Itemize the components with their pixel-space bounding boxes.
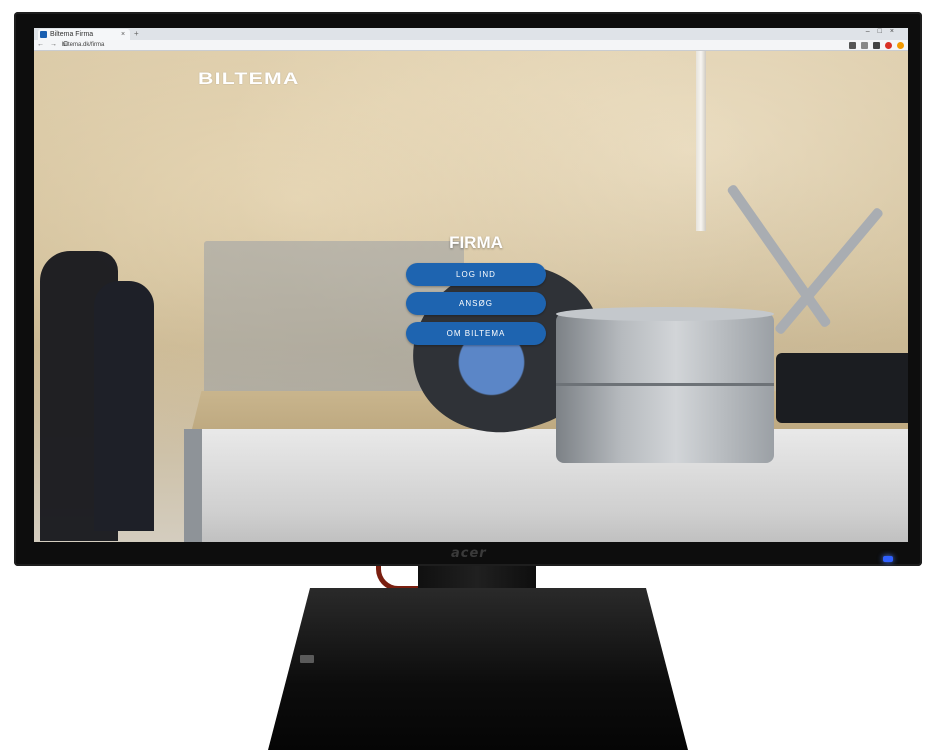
extension-icon[interactable] bbox=[861, 41, 868, 49]
monitor-screen: Biltema Firma × + –□× ← → C biltema.dk/f… bbox=[34, 28, 908, 542]
browser-tab-bar: Biltema Firma × + –□× bbox=[34, 28, 908, 40]
wall-pipe bbox=[696, 51, 706, 231]
close-tab-icon[interactable]: × bbox=[121, 29, 125, 40]
window-controls[interactable]: –□× bbox=[866, 28, 902, 35]
address-bar[interactable]: biltema.dk/firma bbox=[62, 41, 812, 49]
hanging-coat bbox=[94, 281, 154, 531]
tape-roll-rim bbox=[556, 307, 774, 321]
new-tab-icon[interactable]: + bbox=[134, 29, 139, 38]
stand-label bbox=[300, 655, 314, 663]
browser-tab[interactable]: Biltema Firma × bbox=[38, 29, 130, 40]
opera-icon[interactable] bbox=[885, 41, 892, 49]
login-button[interactable]: LOG IND bbox=[406, 263, 546, 286]
monitor-brand-logo: acer bbox=[451, 546, 487, 561]
web-page: BILTEMA FIRMA LOG IND ANSØG OM BILTEMA bbox=[34, 51, 908, 542]
shelf-front bbox=[184, 429, 908, 542]
menu-icon[interactable] bbox=[873, 41, 880, 49]
dark-box bbox=[776, 353, 908, 423]
firefox-icon[interactable] bbox=[897, 41, 904, 49]
page-title: FIRMA bbox=[449, 233, 503, 252]
favicon-icon bbox=[40, 31, 47, 38]
power-indicator-icon bbox=[883, 556, 893, 562]
site-logo[interactable]: BILTEMA bbox=[198, 69, 300, 89]
apply-button[interactable]: ANSØG bbox=[406, 292, 546, 315]
duct-tape-roll-silver bbox=[556, 307, 774, 463]
about-biltema-button[interactable]: OM BILTEMA bbox=[406, 322, 546, 345]
browser-toolbar: ← → C biltema.dk/firma bbox=[34, 40, 908, 51]
monitor-stand-base bbox=[268, 588, 688, 750]
tape-roll-seam bbox=[556, 383, 774, 386]
tab-title: Biltema Firma bbox=[50, 31, 94, 38]
shelf-post bbox=[184, 429, 202, 542]
bookmark-icon[interactable] bbox=[849, 41, 856, 49]
extension-toolbar bbox=[849, 41, 904, 49]
